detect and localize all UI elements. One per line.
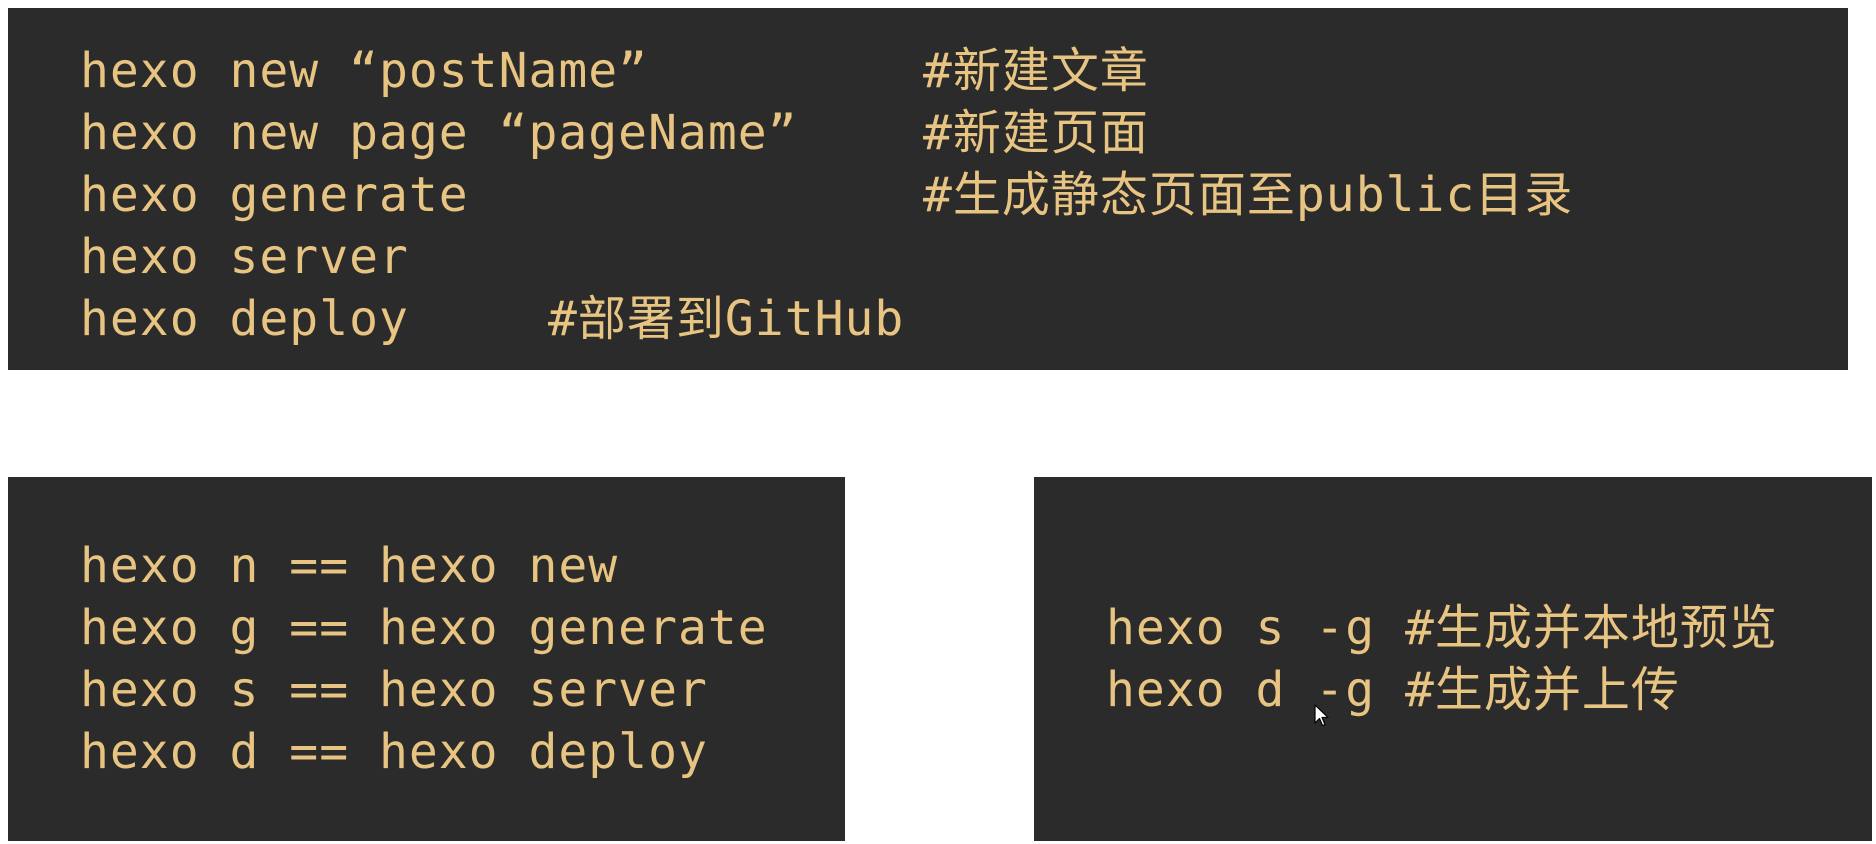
shorthand-line-deploy: hexo d == hexo deploy xyxy=(80,724,708,780)
comment-new-post: #新建文章 xyxy=(923,43,1149,99)
command-line-new-post: hexo new “postName” xyxy=(80,43,649,99)
combined-line-upload: hexo d -g #生成并上传 xyxy=(1106,662,1680,718)
shorthand-line-generate: hexo g == hexo generate xyxy=(80,600,768,656)
combined-commands-panel: hexo s -g #生成并本地预览 hexo d -g #生成并上传 xyxy=(1034,477,1872,841)
shorthand-line-new: hexo n == hexo new xyxy=(80,538,619,594)
comment-generate: #生成静态页面至public目录 xyxy=(923,167,1574,223)
command-line-deploy: hexo deploy xyxy=(80,291,409,347)
comment-deploy: #部署到GitHub xyxy=(548,291,905,347)
command-line-generate: hexo generate xyxy=(80,167,469,223)
command-line-new-page: hexo new page “pageName” xyxy=(80,105,798,161)
mouse-pointer-icon xyxy=(1314,704,1329,727)
command-reference-panel: hexo new “postName” #新建文章 hexo new page … xyxy=(8,8,1848,370)
comment-new-page: #新建页面 xyxy=(923,105,1149,161)
shorthand-line-server: hexo s == hexo server xyxy=(80,662,708,718)
command-line-server: hexo server xyxy=(80,229,409,285)
shorthand-panel: hexo n == hexo new hexo g == hexo genera… xyxy=(8,477,845,841)
combined-line-preview: hexo s -g #生成并本地预览 xyxy=(1106,600,1778,656)
